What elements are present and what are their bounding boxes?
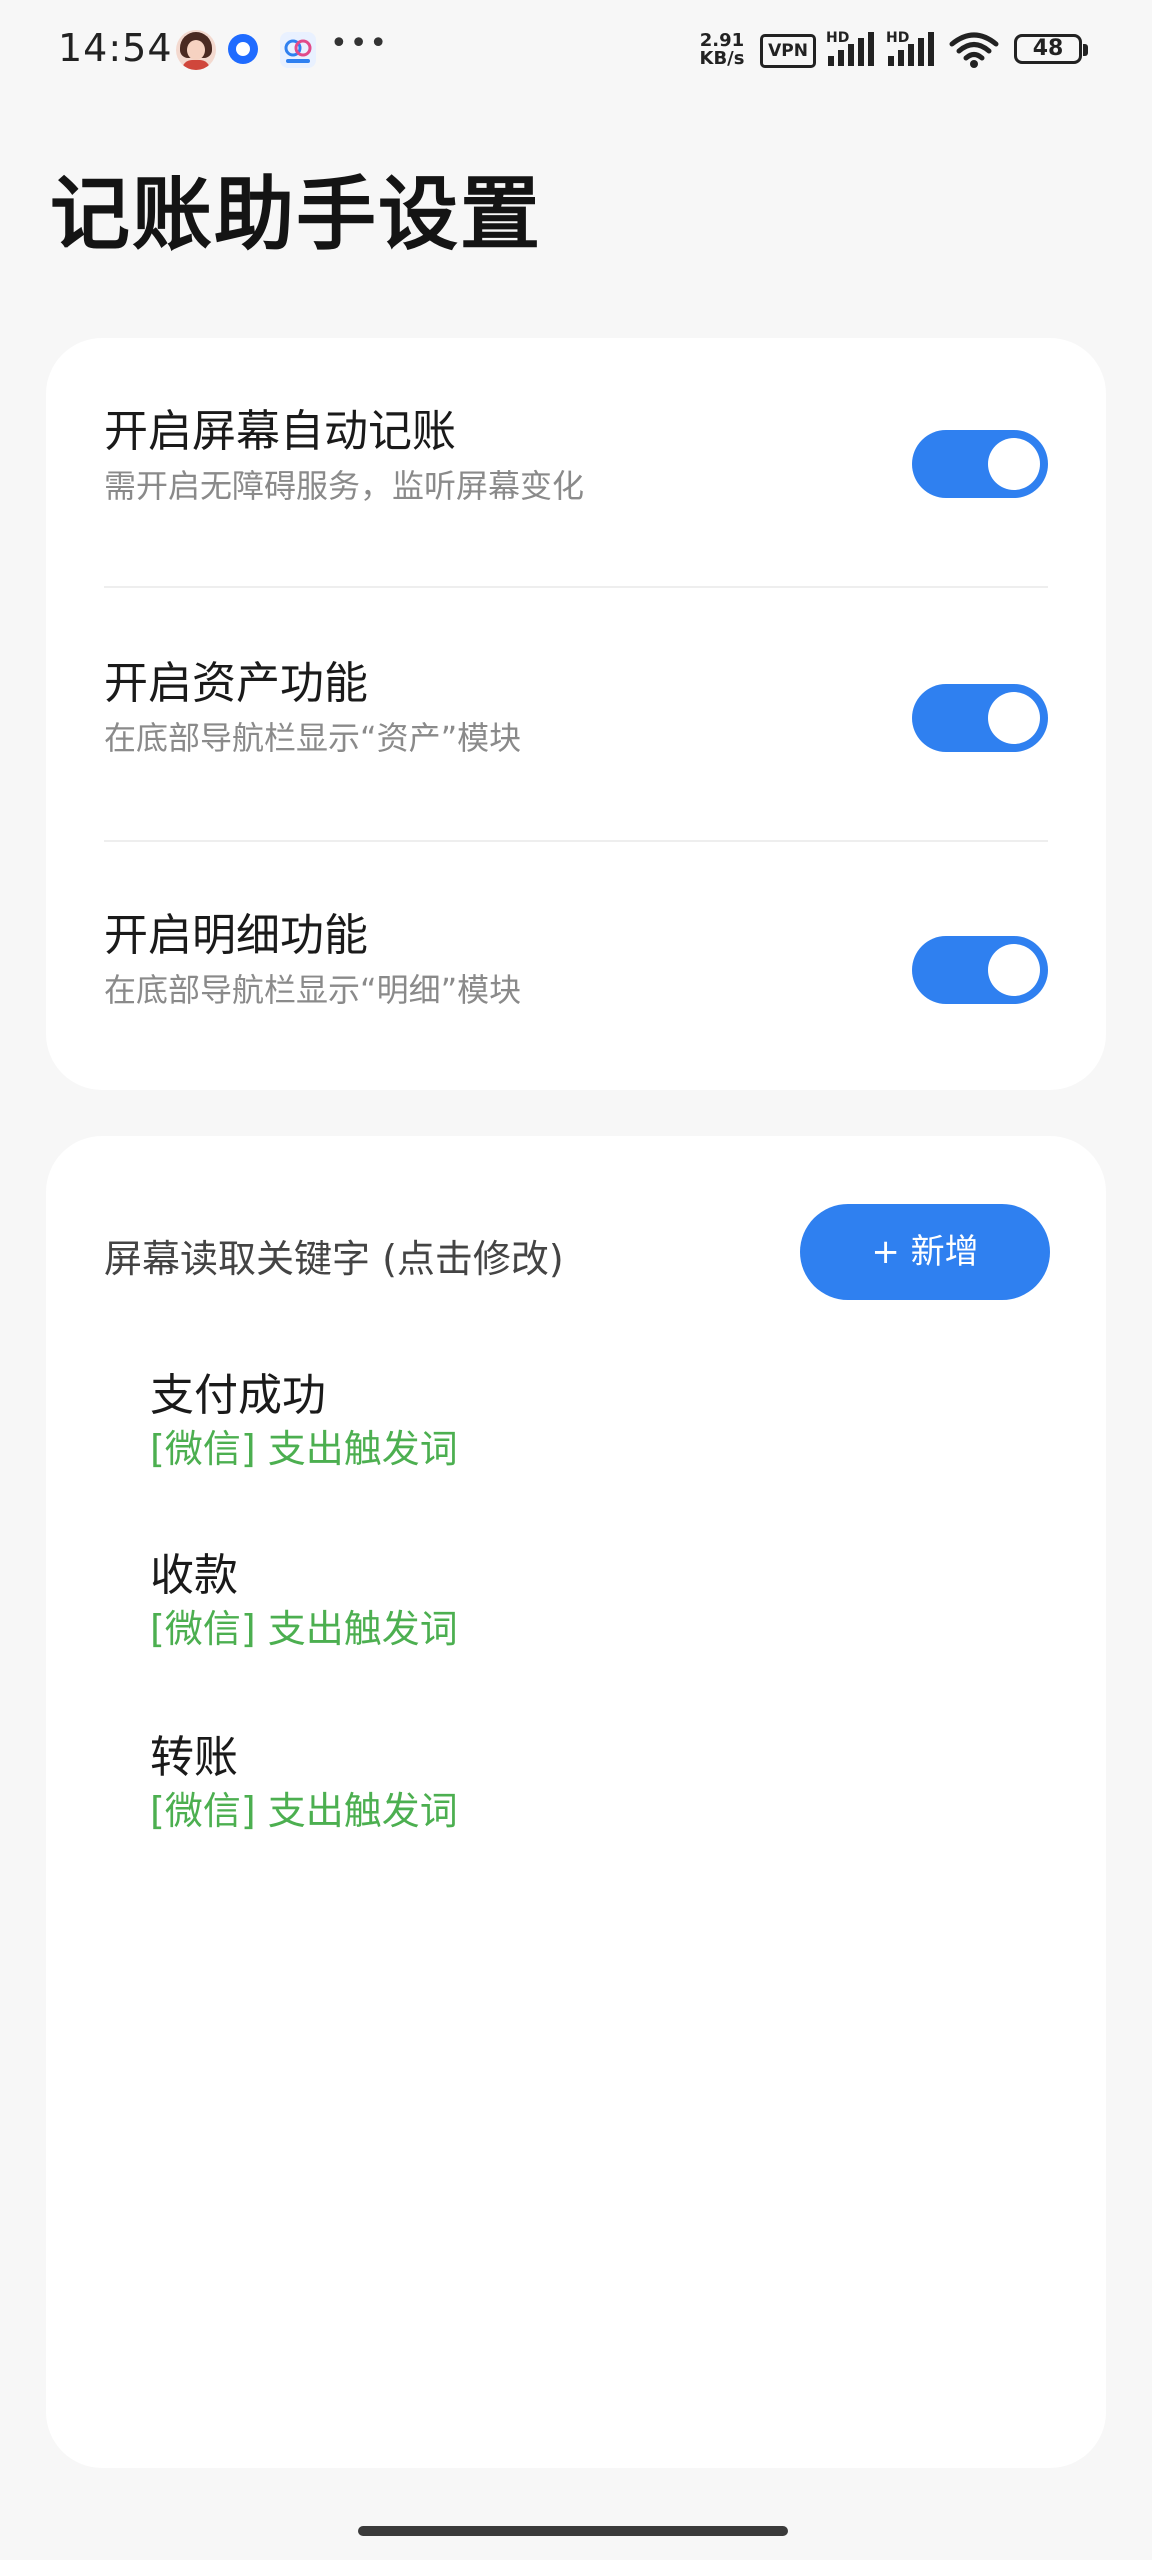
- network-speed: 2.91 KB/s: [699, 30, 745, 69]
- assets-toggle[interactable]: [912, 684, 1048, 752]
- setting-title: 开启屏幕自动记账: [104, 406, 456, 457]
- more-icon: •••: [330, 26, 390, 61]
- add-keyword-button[interactable]: + 新增: [800, 1204, 1050, 1300]
- divider: [104, 586, 1048, 588]
- setting-description: 在底部导航栏显示“资产”模块: [104, 719, 522, 757]
- setting-title: 开启资产功能: [104, 658, 368, 709]
- toggle-knob: [988, 692, 1040, 744]
- screen-auto-record-toggle[interactable]: [912, 430, 1048, 498]
- settings-card: 开启屏幕自动记账 需开启无障碍服务，监听屏幕变化 开启资产功能 在底部导航栏显示…: [46, 338, 1106, 1090]
- keyword-text: 收款: [150, 1550, 238, 1601]
- keyword-item[interactable]: 转账 [微信] 支出触发词: [150, 1730, 458, 1836]
- keyword-trigger-label: [微信] 支出触发词: [150, 1789, 458, 1833]
- setting-assets: 开启资产功能 在底部导航栏显示“资产”模块: [104, 656, 1048, 766]
- keyword-item[interactable]: 收款 [微信] 支出触发词: [150, 1548, 458, 1654]
- setting-screen-auto-record: 开启屏幕自动记账 需开启无障碍服务，监听屏幕变化: [104, 404, 1048, 514]
- status-bar: 14:54 ••• 2.91 KB/s VPN HD HD 48: [0, 0, 1152, 100]
- page-title: 记账助手设置: [50, 168, 542, 261]
- toggle-knob: [988, 438, 1040, 490]
- keyword-trigger-label: [微信] 支出触发词: [150, 1427, 458, 1471]
- setting-description: 在底部导航栏显示“明细”模块: [104, 971, 522, 1009]
- keyword-text: 转账: [150, 1732, 238, 1783]
- keywords-header: 屏幕读取关键字 (点击修改): [104, 1237, 564, 1281]
- details-toggle[interactable]: [912, 936, 1048, 1004]
- vpn-badge: VPN: [760, 34, 816, 68]
- wifi-icon: [949, 32, 999, 68]
- app-notification-icon: [228, 34, 258, 64]
- status-time: 14:54: [58, 26, 173, 70]
- setting-description: 需开启无障碍服务，监听屏幕变化: [104, 467, 585, 505]
- keyword-text: 支付成功: [150, 1370, 326, 1421]
- setting-details: 开启明细功能 在底部导航栏显示“明细”模块: [104, 908, 1048, 1018]
- keywords-card: 屏幕读取关键字 (点击修改) + 新增 支付成功 [微信] 支出触发词 收款 […: [46, 1136, 1106, 2468]
- setting-title: 开启明细功能: [104, 910, 368, 961]
- keyword-trigger-label: [微信] 支出触发词: [150, 1607, 458, 1651]
- battery-icon: 48: [1014, 34, 1088, 64]
- cloud-app-notification-icon: [280, 32, 316, 68]
- divider: [104, 840, 1048, 842]
- home-indicator[interactable]: [358, 2526, 788, 2536]
- avatar-notification-icon: [176, 30, 216, 70]
- toggle-knob: [988, 944, 1040, 996]
- keyword-item[interactable]: 支付成功 [微信] 支出触发词: [150, 1368, 458, 1474]
